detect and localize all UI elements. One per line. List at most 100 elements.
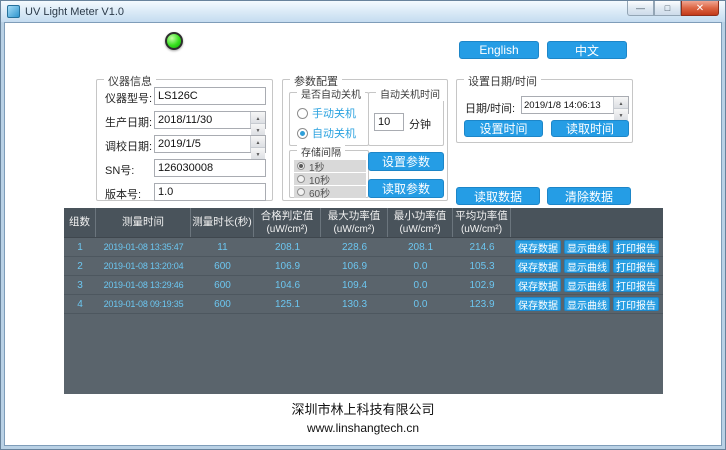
company-name: 深圳市林上科技有限公司 [5,399,721,418]
cell-duration: 600 [191,257,254,275]
auto-shutdown-label: 自动关机 [312,125,356,141]
app-icon [7,5,20,18]
auto-shutdown-radio[interactable]: 自动关机 [297,125,356,141]
cell-max: 130.3 [321,295,388,313]
table-row: 4 2019-01-08 09:19:35 600 125.1 130.3 0.… [64,295,663,314]
minimize-button[interactable]: — [627,1,654,16]
model-label: 仪器型号: [105,90,152,106]
header-avg-power: 平均功率值(uW/cm²) [453,208,511,237]
version-input[interactable] [154,183,266,201]
window-controls: — □ ✕ [627,1,719,16]
spin-down-icon[interactable] [251,124,265,135]
model-input[interactable] [154,87,266,105]
table-header-row: 组数 测量时间 测量时长(秒) 合格判定值(uW/cm²) 最大功率值(uW/c… [64,208,663,238]
radio-circle-icon [297,188,305,196]
calibration-date-input[interactable] [155,136,250,152]
cell-duration: 600 [191,295,254,313]
cell-min: 208.1 [388,238,453,256]
radio-circle-icon [297,108,308,119]
cell-qualified: 208.1 [254,238,321,256]
calibration-date-field [154,135,266,153]
spin-up-icon[interactable] [251,112,265,124]
serial-number-label: SN号: [105,162,134,178]
save-data-button[interactable]: 保存数据 [515,259,561,273]
header-max-power: 最大功率值(uW/cm²) [321,208,388,237]
show-curve-button[interactable]: 显示曲线 [564,240,610,254]
production-date-spinner [250,112,265,128]
show-curve-button[interactable]: 显示曲线 [564,259,610,273]
close-button[interactable]: ✕ [681,1,719,16]
set-time-button[interactable]: 设置时间 [464,120,543,137]
radio-circle-icon [297,128,308,139]
shutdown-time-input[interactable] [374,113,404,131]
cell-time: 2019-01-08 13:29:46 [96,276,191,294]
datetime-input[interactable] [522,97,613,113]
save-data-button[interactable]: 保存数据 [515,278,561,292]
storage-option-10s[interactable]: 10秒 [294,173,366,185]
cell-max: 106.9 [321,257,388,275]
serial-number-input[interactable] [154,159,266,177]
cell-qualified: 125.1 [254,295,321,313]
set-params-button[interactable]: 设置参数 [368,152,444,171]
instrument-info-group: 仪器信息 仪器型号: 生产日期: 调校日期: SN号: 版本 [96,79,273,201]
save-data-button[interactable]: 保存数据 [515,240,561,254]
production-date-input[interactable] [155,112,250,128]
header-duration: 测量时长(秒) [191,208,254,237]
print-report-button[interactable]: 打印报告 [613,259,659,273]
print-report-button[interactable]: 打印报告 [613,240,659,254]
cell-duration: 600 [191,276,254,294]
instrument-info-title: 仪器信息 [104,73,156,89]
cell-actions: 保存数据 显示曲线 打印报告 [511,276,663,294]
show-curve-button[interactable]: 显示曲线 [564,297,610,311]
manual-shutdown-label: 手动关机 [312,105,356,121]
table-row: 3 2019-01-08 13:29:46 600 104.6 109.4 0.… [64,276,663,295]
manual-shutdown-radio[interactable]: 手动关机 [297,105,356,121]
storage-option-1s[interactable]: 1秒 [294,160,366,172]
shutdown-time-unit-label: 分钟 [409,116,431,132]
spin-up-icon[interactable] [251,136,265,148]
spin-down-icon[interactable] [251,148,265,159]
cell-group: 2 [64,257,96,275]
calibration-date-label: 调校日期: [105,138,152,154]
language-english-button[interactable]: English [459,41,539,59]
save-data-button[interactable]: 保存数据 [515,297,561,311]
read-time-button[interactable]: 读取时间 [551,120,629,137]
cell-time: 2019-01-08 09:19:35 [96,295,191,313]
datetime-spinner [613,97,628,113]
storage-interval-group: 存储间隔 1秒 10秒 60秒 [289,150,369,198]
cell-avg: 105.3 [453,257,511,275]
storage-option-60s[interactable]: 60秒 [294,186,366,198]
cell-max: 228.6 [321,238,388,256]
cell-min: 0.0 [388,257,453,275]
print-report-button[interactable]: 打印报告 [613,278,659,292]
storage-interval-group-title: 存储间隔 [297,144,345,159]
read-params-button[interactable]: 读取参数 [368,179,444,198]
show-curve-button[interactable]: 显示曲线 [564,278,610,292]
production-date-field [154,111,266,129]
status-led-indicator [165,32,183,50]
titlebar[interactable]: UV Light Meter V1.0 — □ ✕ [1,1,725,22]
radio-circle-icon [297,175,305,183]
print-report-button[interactable]: 打印报告 [613,297,659,311]
read-data-button[interactable]: 读取数据 [456,187,540,205]
maximize-button[interactable]: □ [654,1,681,16]
datetime-group: 设置日期/时间 日期/时间: 设置时间 读取时间 [456,79,633,143]
datetime-field [521,96,629,114]
header-time: 测量时间 [96,208,191,237]
production-date-label: 生产日期: [105,114,152,130]
cell-actions: 保存数据 显示曲线 打印报告 [511,295,663,313]
language-chinese-button[interactable]: 中文 [547,41,627,59]
table-row: 2 2019-01-08 13:20:04 600 106.9 106.9 0.… [64,257,663,276]
radio-circle-icon [297,162,305,170]
auto-shutdown-group-title: 是否自动关机 [297,86,365,101]
spin-up-icon[interactable] [614,97,628,109]
datetime-group-title: 设置日期/时间 [464,73,541,89]
spin-down-icon[interactable] [614,109,628,120]
cell-group: 4 [64,295,96,313]
cell-group: 1 [64,238,96,256]
cell-avg: 214.6 [453,238,511,256]
cell-min: 0.0 [388,295,453,313]
clear-data-button[interactable]: 清除数据 [547,187,631,205]
header-min-power: 最小功率值(uW/cm²) [388,208,453,237]
company-website: www.linshangtech.cn [5,421,721,435]
